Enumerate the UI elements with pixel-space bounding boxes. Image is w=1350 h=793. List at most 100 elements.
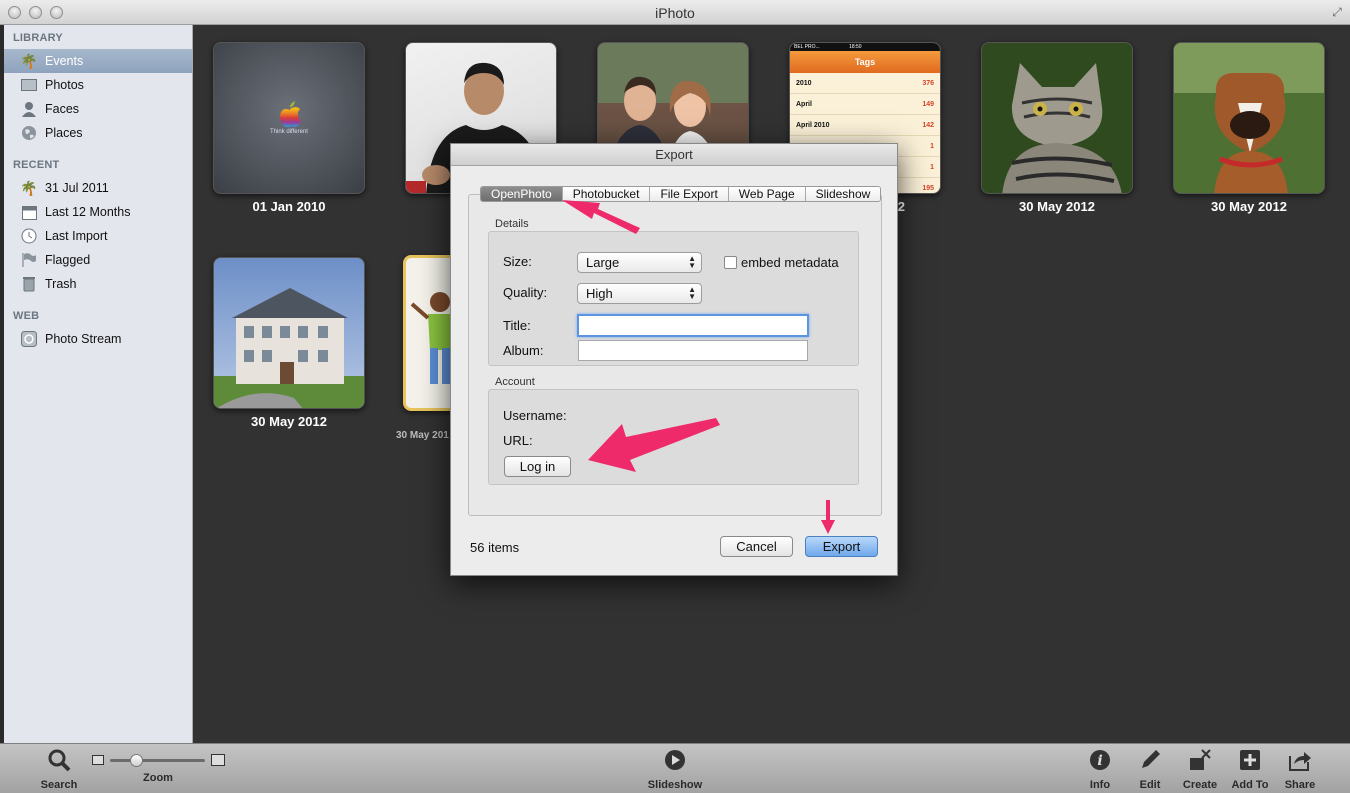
create-icon <box>1188 748 1212 772</box>
palm-tree-icon: 🌴 <box>20 179 38 196</box>
sidebar-item-last-12-months[interactable]: Last 12 Months <box>4 200 192 224</box>
dialog-title: Export <box>451 144 897 166</box>
tab-web-page[interactable]: Web Page <box>728 187 806 201</box>
tab-slideshow[interactable]: Slideshow <box>805 187 881 201</box>
tags-row-name: 2010 <box>796 79 812 87</box>
size-value: Large <box>586 255 620 270</box>
sidebar-item-trash[interactable]: Trash <box>4 272 192 296</box>
tags-row-count: 1 <box>930 142 934 150</box>
sidebar-item-places[interactable]: Places <box>4 121 192 145</box>
play-icon <box>663 748 687 772</box>
username-label: Username: <box>503 408 567 423</box>
library-section-header: LIBRARY <box>13 32 63 44</box>
sidebar-item-faces[interactable]: Faces <box>4 97 192 121</box>
plus-icon <box>1238 748 1262 772</box>
tab-panel: Details Size: Large ▲ ▼ embed metadata Qu… <box>468 194 882 516</box>
url-label: URL: <box>503 433 533 448</box>
create-button[interactable]: Create <box>1172 748 1228 791</box>
tags-row-count: 195 <box>922 184 934 192</box>
export-tabs: OpenPhoto Photobucket File Export Web Pa… <box>480 186 882 202</box>
size-popup[interactable]: Large ▲ ▼ <box>577 252 702 273</box>
search-button[interactable]: Search <box>31 748 87 791</box>
share-icon <box>1288 748 1312 772</box>
export-dialog: Export Details Size: Large ▲ ▼ embed meta… <box>450 143 898 576</box>
tab-photobucket[interactable]: Photobucket <box>562 187 651 201</box>
event-caption: 30 May 2012 <box>1211 199 1287 214</box>
tags-header: Tags <box>790 51 940 73</box>
edit-button[interactable]: Edit <box>1122 748 1178 791</box>
boxer-dog-photo <box>1174 43 1324 193</box>
event-thumbnail[interactable] <box>213 257 365 409</box>
edit-label: Edit <box>1139 779 1161 791</box>
sidebar-item-label: Last Import <box>45 229 108 243</box>
export-button[interactable]: Export <box>805 536 878 557</box>
sidebar-item-photos[interactable]: Photos <box>4 73 192 97</box>
zoom-slider[interactable] <box>110 754 205 767</box>
cancel-button[interactable]: Cancel <box>720 536 793 557</box>
status-carrier: BEL PRO... <box>794 44 820 50</box>
info-label: Info <box>1089 779 1111 791</box>
title-label: Title: <box>503 318 531 333</box>
quality-value: High <box>586 286 613 301</box>
add-to-button[interactable]: Add To <box>1222 748 1278 791</box>
status-time: 18:50 <box>849 44 862 50</box>
sidebar-item-events[interactable]: 🌴 Events <box>4 49 192 73</box>
sidebar-item-label: Faces <box>45 102 80 116</box>
fullscreen-icon[interactable]: ⤢ <box>1330 5 1344 19</box>
event-thumbnail[interactable] <box>1173 42 1325 194</box>
title-input[interactable] <box>577 314 809 337</box>
calendar-icon <box>20 203 38 221</box>
create-label: Create <box>1182 779 1218 791</box>
search-icon <box>47 748 71 772</box>
popup-arrows-icon: ▲ ▼ <box>688 285 696 301</box>
sidebar: LIBRARY 🌴 Events Photos Faces Places REC… <box>4 25 193 743</box>
zoom-slider-knob[interactable] <box>130 754 143 767</box>
details-group-label: Details <box>495 218 529 230</box>
clock-icon <box>20 227 38 245</box>
svg-text:i: i <box>1097 753 1102 769</box>
trash-icon <box>20 275 38 293</box>
globe-icon <box>20 124 38 142</box>
tags-row-count: 142 <box>922 121 934 129</box>
flag-icon <box>20 251 38 269</box>
sidebar-item-label: Trash <box>45 277 77 291</box>
tabby-cat-photo <box>982 43 1132 193</box>
sidebar-item-label: Last 12 Months <box>45 205 131 219</box>
event-thumbnail[interactable] <box>981 42 1133 194</box>
slideshow-button[interactable]: Slideshow <box>643 748 707 791</box>
size-label: Size: <box>503 254 532 269</box>
sidebar-item-photo-stream[interactable]: Photo Stream <box>4 327 192 351</box>
tags-row: 2010 376 <box>790 73 940 94</box>
tab-file-export[interactable]: File Export <box>650 187 729 201</box>
quality-label: Quality: <box>503 285 548 300</box>
sidebar-item-label: Events <box>45 54 84 68</box>
share-button[interactable]: Share <box>1272 748 1328 791</box>
small-photo-icon <box>92 755 104 765</box>
photo-stream-icon <box>20 330 38 348</box>
account-group: Username: URL: Log in <box>488 389 859 485</box>
embed-metadata-checkbox[interactable] <box>724 256 737 269</box>
sidebar-item-label: 31 Jul 2011 <box>45 181 109 195</box>
tags-row: April 2010 142 <box>790 115 940 136</box>
pencil-icon <box>1138 748 1162 772</box>
sidebar-item-31-jul-2011[interactable]: 🌴 31 Jul 2011 <box>4 176 192 200</box>
bottom-toolbar: Search Zoom Slideshow i Info Edit Create… <box>0 743 1350 793</box>
info-button[interactable]: i Info <box>1072 748 1128 791</box>
think-different-text: Think different <box>270 129 308 135</box>
large-photo-icon <box>211 754 225 766</box>
window-titlebar: iPhoto ⤢ <box>0 0 1350 25</box>
tags-row-count: 149 <box>922 100 934 108</box>
details-group: Size: Large ▲ ▼ embed metadata Quality: H… <box>488 231 859 366</box>
account-group-label: Account <box>495 376 535 388</box>
sidebar-item-label: Flagged <box>45 253 91 267</box>
album-input[interactable] <box>578 340 808 361</box>
info-icon: i <box>1088 748 1112 772</box>
tags-row: April 149 <box>790 94 940 115</box>
log-in-button[interactable]: Log in <box>504 456 571 477</box>
event-thumbnail[interactable]: Think different <box>213 42 365 194</box>
sidebar-item-last-import[interactable]: Last Import <box>4 224 192 248</box>
sidebar-item-flagged[interactable]: Flagged <box>4 248 192 272</box>
window-title: iPhoto <box>655 5 695 21</box>
quality-popup[interactable]: High ▲ ▼ <box>577 283 702 304</box>
tab-openphoto[interactable]: OpenPhoto <box>481 187 563 201</box>
